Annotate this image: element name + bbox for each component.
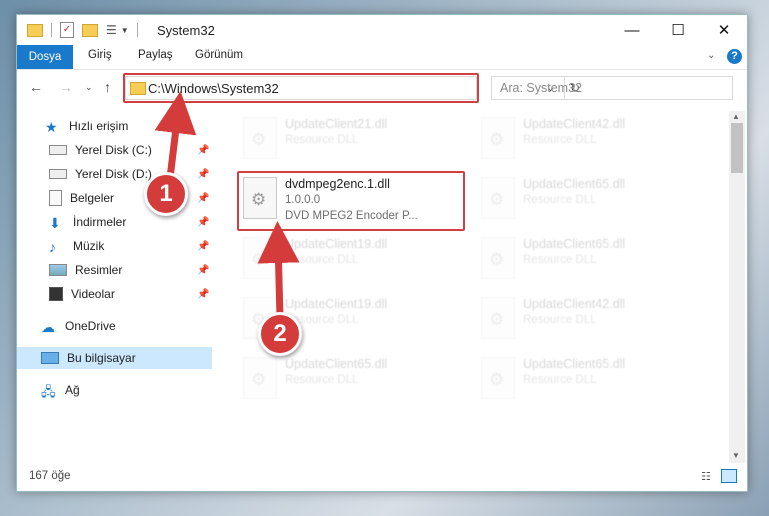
callout-badge-2: 2 xyxy=(258,312,302,356)
callout-badge-1: 1 xyxy=(144,172,188,216)
annotation-arrows xyxy=(154,91,300,319)
